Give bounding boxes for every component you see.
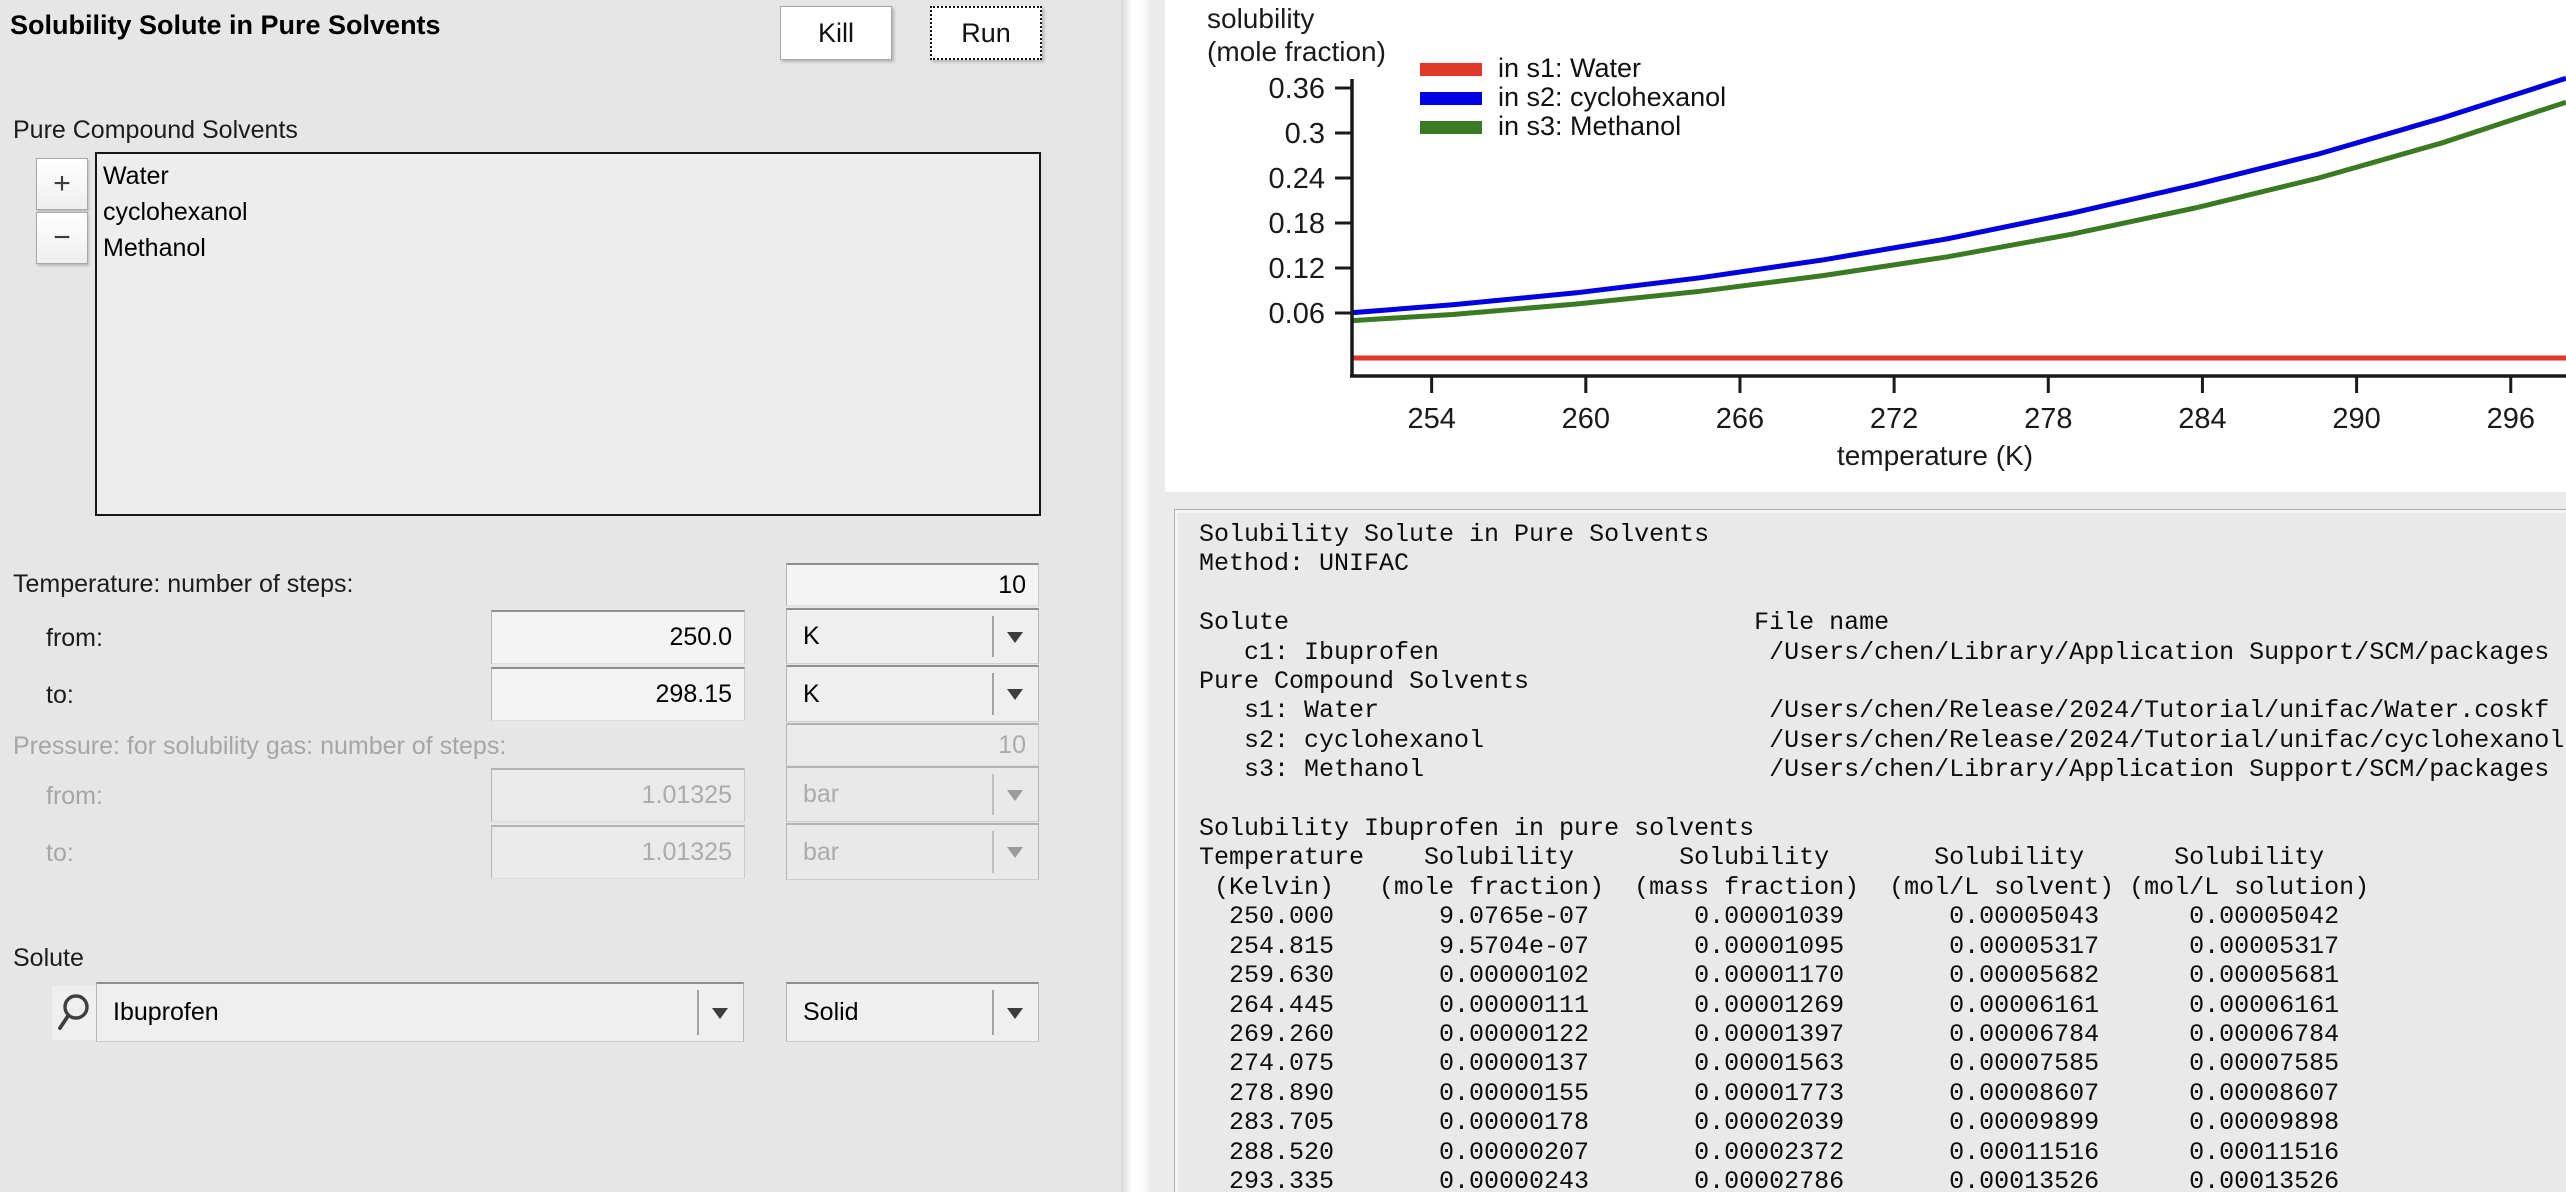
svg-text:284: 284 xyxy=(2178,403,2226,435)
temperature-from-input[interactable]: 250.0 xyxy=(491,610,745,664)
svg-text:260: 260 xyxy=(1562,403,1610,435)
svg-text:0.36: 0.36 xyxy=(1269,73,1325,105)
temperature-steps-input[interactable]: 10 xyxy=(786,563,1039,606)
unit-value: K xyxy=(803,622,820,651)
pressure-to-input: 1.01325 xyxy=(491,825,745,879)
solute-search-button[interactable] xyxy=(52,986,96,1040)
page-title: Solubility Solute in Pure Solvents xyxy=(10,10,441,41)
chevron-down-icon xyxy=(1007,689,1023,700)
chevron-down-icon xyxy=(1007,632,1023,643)
list-item[interactable]: Water xyxy=(103,158,1039,194)
chevron-down-icon xyxy=(1007,790,1023,801)
pressure-to-unit-select: bar xyxy=(786,823,1039,880)
pressure-steps-label: Pressure: for solubility gas: number of … xyxy=(13,718,506,774)
output-text: Solubility Solute in Pure Solvents Metho… xyxy=(1175,510,2566,1192)
chevron-down-icon xyxy=(712,1008,728,1019)
svg-text:0.3: 0.3 xyxy=(1285,118,1325,150)
pressure-from-input: 1.01325 xyxy=(491,768,745,822)
remove-solvent-button[interactable]: − xyxy=(36,212,88,264)
combo-separator xyxy=(992,616,994,657)
solute-select[interactable]: Ibuprofen xyxy=(96,982,744,1042)
temperature-to-label: to: xyxy=(46,667,74,723)
unit-value: K xyxy=(803,680,820,709)
settings-panel: Solubility Solute in Pure Solvents Kill … xyxy=(0,0,1121,1192)
svg-text:0.24: 0.24 xyxy=(1269,163,1325,195)
solvents-section-label: Pure Compound Solvents xyxy=(13,116,298,145)
pressure-from-unit-select: bar xyxy=(786,766,1039,822)
svg-text:0.06: 0.06 xyxy=(1269,298,1325,330)
solute-phase-select[interactable]: Solid xyxy=(786,982,1039,1042)
output-console[interactable]: Solubility Solute in Pure Solvents Metho… xyxy=(1174,509,2566,1192)
temperature-to-input[interactable]: 298.15 xyxy=(491,667,745,721)
add-solvent-button[interactable]: + xyxy=(36,158,88,210)
pressure-steps-input: 10 xyxy=(786,723,1039,766)
svg-text:278: 278 xyxy=(2024,403,2072,435)
solute-value: Ibuprofen xyxy=(113,998,219,1027)
temperature-steps-label: Temperature: number of steps: xyxy=(13,556,353,612)
unit-value: bar xyxy=(803,780,839,809)
svg-text:(mole fraction): (mole fraction) xyxy=(1207,36,1386,67)
svg-text:290: 290 xyxy=(2332,403,2380,435)
svg-text:0.12: 0.12 xyxy=(1269,253,1325,285)
temperature-to-unit-select[interactable]: K xyxy=(786,665,1039,722)
svg-text:266: 266 xyxy=(1716,403,1764,435)
solute-section-label: Solute xyxy=(13,944,84,973)
list-item[interactable]: cyclohexanol xyxy=(103,194,1039,230)
chevron-down-icon xyxy=(1007,847,1023,858)
combo-separator xyxy=(992,990,994,1035)
temperature-from-label: from: xyxy=(46,610,103,666)
solubility-chart: 0.06 0.12 0.18 0.24 0.3 0.36 254 260 266 272 278 28… xyxy=(1165,0,2566,492)
pressure-to-label: to: xyxy=(46,825,74,881)
svg-text:0.18: 0.18 xyxy=(1269,208,1325,240)
phase-value: Solid xyxy=(803,998,859,1027)
combo-separator xyxy=(992,673,994,715)
combo-separator xyxy=(697,990,699,1035)
run-button[interactable]: Run xyxy=(930,6,1042,60)
svg-text:272: 272 xyxy=(1870,403,1918,435)
search-icon xyxy=(55,992,93,1034)
svg-text:254: 254 xyxy=(1407,403,1455,435)
svg-text:in s2: cyclohexanol: in s2: cyclohexanol xyxy=(1498,82,1726,112)
pressure-from-label: from: xyxy=(46,768,103,824)
app-window: Solubility Solute in Pure Solvents Kill … xyxy=(0,0,2566,1192)
line-chart: 0.06 0.12 0.18 0.24 0.3 0.36 254 260 266 272 278 28… xyxy=(1165,0,2566,492)
combo-separator xyxy=(992,774,994,815)
solvent-list[interactable]: Water cyclohexanol Methanol xyxy=(95,152,1041,516)
svg-text:in s1: Water: in s1: Water xyxy=(1498,53,1641,83)
svg-text:in s3: Methanol: in s3: Methanol xyxy=(1498,111,1681,141)
chevron-down-icon xyxy=(1007,1008,1023,1019)
temperature-from-unit-select[interactable]: K xyxy=(786,608,1039,664)
svg-text:solubility: solubility xyxy=(1207,3,1314,34)
svg-text:temperature (K): temperature (K) xyxy=(1837,440,2033,471)
svg-text:296: 296 xyxy=(2487,403,2535,435)
unit-value: bar xyxy=(803,838,839,867)
vertical-scrollbar[interactable] xyxy=(1121,0,1151,1192)
combo-separator xyxy=(992,831,994,873)
kill-button[interactable]: Kill xyxy=(780,6,892,60)
list-item[interactable]: Methanol xyxy=(103,230,1039,266)
